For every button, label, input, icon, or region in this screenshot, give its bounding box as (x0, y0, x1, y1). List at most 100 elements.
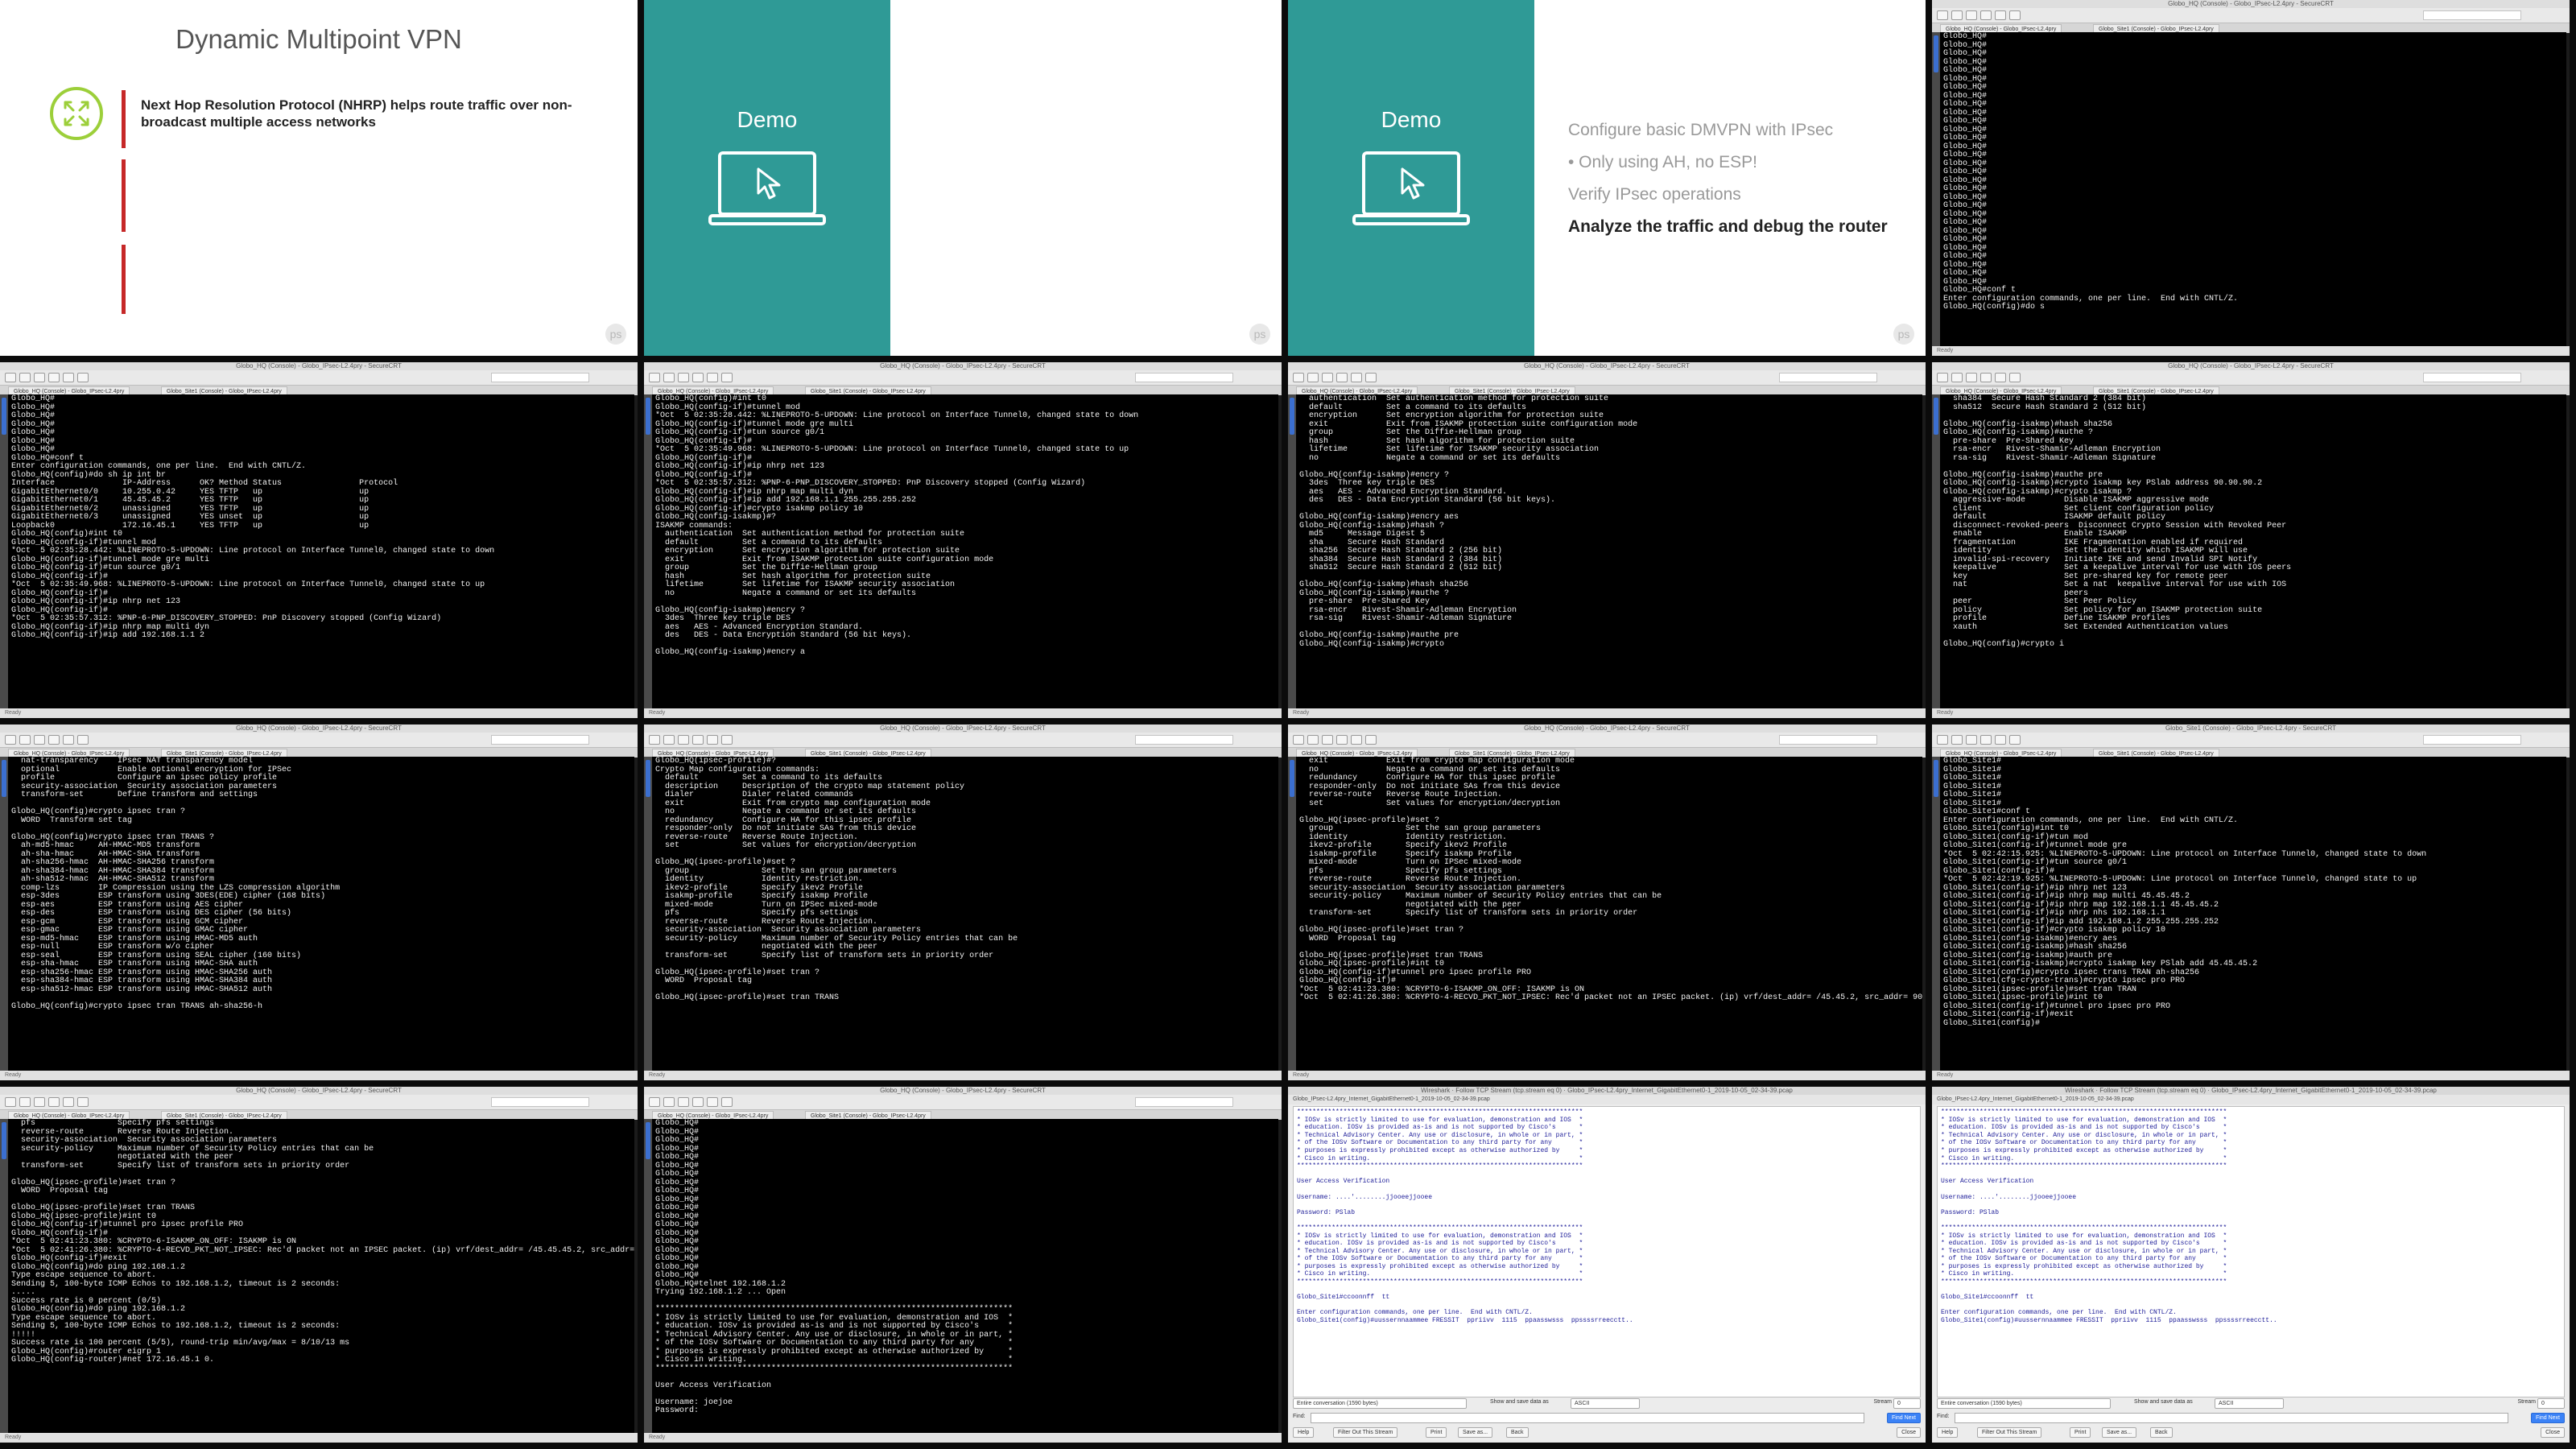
help-button[interactable]: Help (1937, 1427, 1959, 1438)
connect-icon[interactable] (1937, 735, 1948, 745)
tab-icon[interactable] (1966, 373, 1977, 382)
tab-icon[interactable] (34, 735, 45, 745)
tab-icon[interactable] (678, 373, 689, 382)
terminal-screen[interactable]: Globo_HQ(ipsec-profile)#? Crypto Map con… (652, 757, 1278, 1071)
tab-icon[interactable] (34, 1097, 45, 1107)
search-input[interactable] (2423, 10, 2521, 20)
copy-icon[interactable] (1980, 10, 1992, 20)
copy-icon[interactable] (48, 1097, 60, 1107)
stream-number[interactable]: 0 (1893, 1398, 1921, 1409)
copy-icon[interactable] (692, 1097, 704, 1107)
quick-connect-icon[interactable] (1951, 373, 1963, 382)
terminal-screen[interactable]: Globo_Site1# Globo_Site1# Globo_Site1# G… (1940, 757, 2566, 1071)
search-input[interactable] (1779, 373, 1877, 382)
session-manager-sidebar[interactable] (644, 1119, 652, 1433)
connect-icon[interactable] (1937, 10, 1948, 20)
connect-icon[interactable] (1293, 735, 1304, 745)
paste-icon[interactable] (63, 735, 74, 745)
session-manager-sidebar[interactable] (1932, 32, 1940, 346)
copy-icon[interactable] (1980, 735, 1992, 745)
quick-connect-icon[interactable] (19, 1097, 31, 1107)
print-icon[interactable] (77, 373, 89, 382)
quick-connect-icon[interactable] (19, 735, 31, 745)
save-as-button[interactable]: Save as... (2102, 1427, 2137, 1438)
stream-number[interactable]: 0 (2537, 1398, 2565, 1409)
quick-connect-icon[interactable] (663, 1097, 675, 1107)
close-button[interactable]: Close (1897, 1427, 1921, 1438)
terminal-screen[interactable]: Globo_HQ(config)#int t0 Globo_HQ(config-… (652, 394, 1278, 708)
terminal-screen[interactable]: nat-transparency IPsec NAT transparency … (8, 757, 634, 1071)
search-input[interactable] (1135, 1097, 1233, 1107)
help-button[interactable]: Help (1293, 1427, 1315, 1438)
connect-icon[interactable] (649, 1097, 660, 1107)
print-icon[interactable] (721, 373, 733, 382)
paste-icon[interactable] (1995, 10, 2006, 20)
print-icon[interactable] (2009, 735, 2021, 745)
terminal-screen[interactable]: pfs Specify pfs settings reverse-route R… (8, 1119, 634, 1433)
quick-connect-icon[interactable] (663, 373, 675, 382)
search-input[interactable] (2423, 373, 2521, 382)
stream-content[interactable]: ****************************************… (1293, 1106, 1921, 1397)
tab-icon[interactable] (678, 735, 689, 745)
tab-icon[interactable] (1322, 735, 1333, 745)
quick-connect-icon[interactable] (1307, 373, 1319, 382)
connect-icon[interactable] (5, 735, 16, 745)
terminal-screen[interactable]: exit Exit from crypto map configuration … (1296, 757, 1922, 1071)
quick-connect-icon[interactable] (663, 735, 675, 745)
paste-icon[interactable] (707, 373, 718, 382)
terminal-screen[interactable]: Globo_HQ# Globo_HQ# Globo_HQ# Globo_HQ# … (1940, 32, 2566, 346)
back-button[interactable]: Back (1506, 1427, 1529, 1438)
session-manager-sidebar[interactable] (0, 757, 8, 1071)
tab-icon[interactable] (678, 1097, 689, 1107)
copy-icon[interactable] (692, 735, 704, 745)
stream-content[interactable]: ****************************************… (1937, 1106, 2565, 1397)
session-manager-sidebar[interactable] (0, 394, 8, 708)
filter-out-button[interactable]: Filter Out This Stream (1333, 1427, 1398, 1438)
search-input[interactable] (1135, 373, 1233, 382)
paste-icon[interactable] (707, 735, 718, 745)
paste-icon[interactable] (707, 1097, 718, 1107)
print-icon[interactable] (77, 1097, 89, 1107)
print-icon[interactable] (721, 1097, 733, 1107)
print-icon[interactable] (2009, 10, 2021, 20)
tab-icon[interactable] (34, 373, 45, 382)
session-manager-sidebar[interactable] (1932, 394, 1940, 708)
paste-icon[interactable] (1351, 735, 1362, 745)
format-select[interactable]: ASCII (1571, 1398, 1640, 1409)
tab-icon[interactable] (1966, 10, 1977, 20)
session-manager-sidebar[interactable] (644, 394, 652, 708)
print-button[interactable]: Print (1426, 1427, 1447, 1438)
print-icon[interactable] (77, 735, 89, 745)
find-next-button[interactable]: Find Next (1887, 1413, 1921, 1423)
session-manager-sidebar[interactable] (1288, 394, 1296, 708)
search-input[interactable] (2423, 735, 2521, 745)
quick-connect-icon[interactable] (1307, 735, 1319, 745)
session-manager-sidebar[interactable] (1288, 757, 1296, 1071)
print-icon[interactable] (1365, 373, 1377, 382)
print-icon[interactable] (1365, 735, 1377, 745)
search-input[interactable] (491, 735, 589, 745)
session-manager-sidebar[interactable] (0, 1119, 8, 1433)
conversation-select[interactable]: Entire conversation (1590 bytes) (1937, 1398, 2111, 1409)
print-icon[interactable] (721, 735, 733, 745)
copy-icon[interactable] (48, 373, 60, 382)
copy-icon[interactable] (1336, 735, 1348, 745)
session-manager-sidebar[interactable] (1932, 757, 1940, 1071)
print-icon[interactable] (2009, 373, 2021, 382)
close-button[interactable]: Close (2541, 1427, 2565, 1438)
terminal-screen[interactable]: Globo_HQ# Globo_HQ# Globo_HQ# Globo_HQ# … (652, 1119, 1278, 1433)
terminal-screen[interactable]: Globo_HQ# Globo_HQ# Globo_HQ# Globo_HQ# … (8, 394, 634, 708)
filter-out-button[interactable]: Filter Out This Stream (1977, 1427, 2042, 1438)
save-as-button[interactable]: Save as... (1458, 1427, 1493, 1438)
format-select[interactable]: ASCII (2215, 1398, 2284, 1409)
connect-icon[interactable] (5, 1097, 16, 1107)
conversation-select[interactable]: Entire conversation (1590 bytes) (1293, 1398, 1467, 1409)
search-input[interactable] (491, 1097, 589, 1107)
paste-icon[interactable] (1995, 735, 2006, 745)
session-manager-sidebar[interactable] (644, 757, 652, 1071)
copy-icon[interactable] (692, 373, 704, 382)
quick-connect-icon[interactable] (1951, 10, 1963, 20)
search-input[interactable] (1135, 735, 1233, 745)
terminal-screen[interactable]: authentication Set authentication method… (1296, 394, 1922, 708)
connect-icon[interactable] (649, 735, 660, 745)
